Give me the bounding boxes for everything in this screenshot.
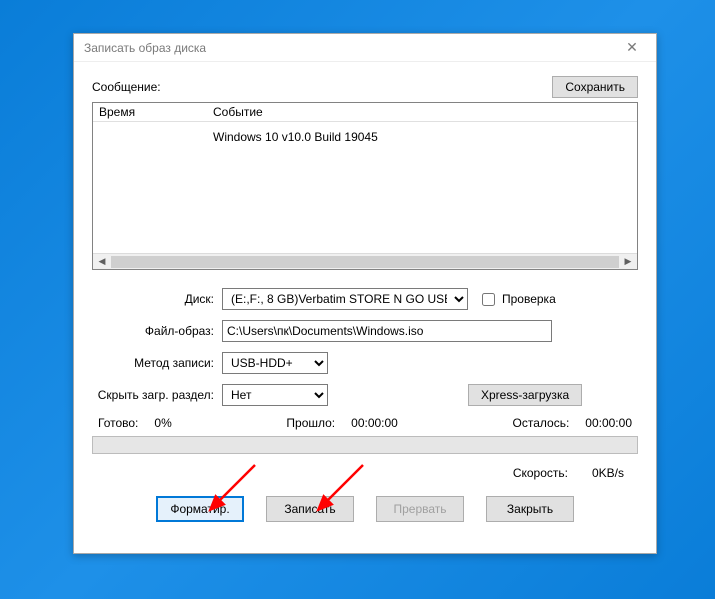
save-button[interactable]: Сохранить xyxy=(552,76,638,98)
disk-label: Диск: xyxy=(92,292,222,306)
file-input[interactable] xyxy=(222,320,552,342)
elapsed-value: 00:00:00 xyxy=(351,416,398,430)
progress-bar xyxy=(92,436,638,454)
log-body: Windows 10 v10.0 Build 19045 xyxy=(93,122,637,253)
remaining-label: Осталось: xyxy=(513,416,570,430)
speed-value: 0KB/s xyxy=(592,466,624,480)
scroll-left-icon[interactable]: ◀ xyxy=(95,255,109,269)
write-button[interactable]: Записать xyxy=(266,496,354,522)
speed-label: Скорость: xyxy=(513,466,568,480)
remaining-value: 00:00:00 xyxy=(585,416,632,430)
verify-checkbox-wrap[interactable]: Проверка xyxy=(478,290,556,309)
verify-checkbox[interactable] xyxy=(482,293,495,306)
titlebar: Записать образ диска ✕ xyxy=(74,34,656,62)
dialog-window: Записать образ диска ✕ Сообщение: Сохран… xyxy=(73,33,657,554)
window-title: Записать образ диска xyxy=(84,41,206,55)
abort-button[interactable]: Прервать xyxy=(376,496,464,522)
elapsed-label: Прошло: xyxy=(286,416,335,430)
log-cell-time xyxy=(93,122,209,144)
method-label: Метод записи: xyxy=(92,356,222,370)
format-button[interactable]: Форматир. xyxy=(156,496,244,522)
hide-label: Скрыть загр. раздел: xyxy=(92,388,222,402)
close-icon[interactable]: ✕ xyxy=(614,37,650,59)
ready-value: 0% xyxy=(154,416,171,430)
hide-select[interactable]: Нет xyxy=(222,384,328,406)
file-label: Файл-образ: xyxy=(92,324,222,338)
log-col-event: Событие xyxy=(209,105,637,119)
xpress-button[interactable]: Xpress-загрузка xyxy=(468,384,582,406)
log-panel: Время Событие Windows 10 v10.0 Build 190… xyxy=(92,102,638,270)
message-label: Сообщение: xyxy=(92,80,161,94)
log-row: Windows 10 v10.0 Build 19045 xyxy=(93,122,637,144)
method-select[interactable]: USB-HDD+ xyxy=(222,352,328,374)
status-row: Готово: 0% Прошло: 00:00:00 Осталось: 00… xyxy=(92,416,638,430)
disk-select[interactable]: (E:,F:, 8 GB)Verbatim STORE N GO USB Dev… xyxy=(222,288,468,310)
content-area: Сообщение: Сохранить Время Событие Windo… xyxy=(74,62,656,538)
verify-label: Проверка xyxy=(502,292,556,306)
ready-label: Готово: xyxy=(98,416,138,430)
log-col-time: Время xyxy=(93,105,209,119)
log-header: Время Событие xyxy=(93,103,637,122)
scroll-track[interactable] xyxy=(111,256,619,268)
log-cell-event: Windows 10 v10.0 Build 19045 xyxy=(209,122,637,144)
h-scrollbar[interactable]: ◀ ▶ xyxy=(93,253,637,269)
close-button[interactable]: Закрыть xyxy=(486,496,574,522)
scroll-right-icon[interactable]: ▶ xyxy=(621,255,635,269)
